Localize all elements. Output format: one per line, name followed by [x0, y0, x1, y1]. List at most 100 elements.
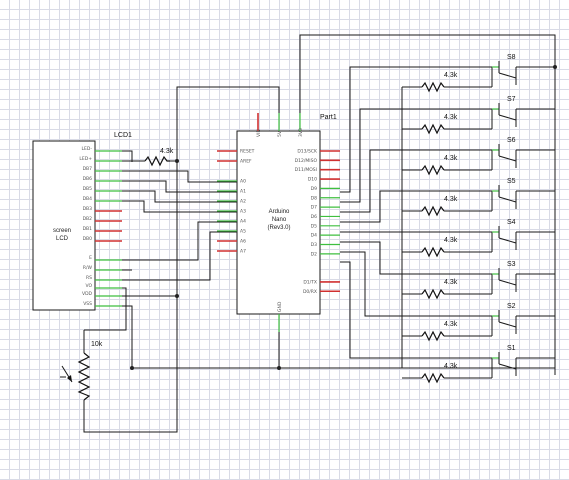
lcd-pin-label: DB4: [83, 196, 93, 202]
switch-row-s1: 4.3k S1: [402, 345, 555, 384]
switch-label: S3: [507, 261, 516, 268]
pulldown-resistor: [421, 205, 445, 217]
switch-label: S1: [507, 345, 516, 352]
junction-dot: [175, 159, 179, 163]
pulldown-resistor-label: 4.3k: [444, 155, 458, 162]
arduino-ref-label: Part1: [320, 114, 337, 121]
pulldown-resistor-label: 4.3k: [444, 196, 458, 203]
pulldown-resistor: [421, 288, 445, 300]
pulldown-resistor-label: 4.3k: [444, 363, 458, 370]
lcd-pin-label: VSS: [83, 301, 92, 307]
lcd-pin-label: DB7: [83, 166, 93, 172]
arduino-pin-label: D4: [311, 233, 317, 239]
arduino-pin-label: D7: [311, 205, 317, 211]
wire-d2: [340, 261, 492, 359]
lcd-pin-label: DB6: [83, 176, 93, 182]
pulldown-resistor-label: 4.3k: [444, 237, 458, 244]
switch-label: S8: [507, 54, 516, 61]
pot-symbol: [77, 352, 91, 401]
lcd-pin-label: E: [89, 255, 92, 261]
arduino-pin-label: 3V3: [298, 128, 304, 137]
wire-rs: [122, 231, 237, 281]
lcd-title-line2: LCD: [56, 236, 69, 242]
arduino-pin-label: A3: [240, 209, 246, 215]
lcd-resistor-label: 4.3k: [160, 148, 174, 155]
switch-row-s5: 4.3k S5: [402, 178, 555, 217]
lcd-component: LCD1 screen LCD LED- LED+ DB7 DB6 DB5 DB4 DB3 D…: [32, 132, 132, 311]
lcd-pin-label: RS: [86, 275, 92, 281]
switch-label: S2: [507, 303, 516, 310]
wire-db7: [122, 170, 237, 183]
arduino-pin-label: D12/MISO: [295, 158, 318, 164]
switch-row-s7: 4.3k S7: [402, 96, 555, 135]
junction-dot: [175, 294, 179, 298]
lcd-pin-label: DB3: [83, 206, 93, 212]
switch-lever: [498, 155, 517, 162]
lcd-resistor: 4.3k: [144, 148, 174, 167]
pulldown-resistor-label: 4.3k: [444, 72, 458, 79]
arduino-pin-label: D3: [311, 242, 317, 248]
switch-lever: [498, 196, 517, 203]
arduino-pin-label: A4: [240, 219, 246, 225]
arduino-pin-label: A7: [240, 249, 246, 255]
lcd-ref-label: LCD1: [114, 132, 132, 139]
lcd-resistor-symbol: [144, 155, 170, 167]
lcd-pin-label: R/W: [83, 265, 93, 271]
switch-rows: 4.3k S8 4.3k S7 4.3k S6 4.3k S5 4.3k S4 4.3k S3 4.3k…: [402, 54, 555, 384]
lcd-pin-label: VDD: [82, 291, 93, 297]
arduino-pin-label: D8: [311, 195, 317, 201]
arduino-title-line2: Nano: [272, 217, 287, 223]
wire-d4: [340, 241, 492, 275]
switch-label: S5: [507, 178, 516, 185]
wire-d6: [340, 190, 492, 223]
arduino-pin-label: D11/MOSI: [295, 167, 317, 173]
lcd-pin-label: DB0: [83, 236, 93, 242]
pulldown-resistor-label: 4.3k: [444, 279, 458, 286]
pulldown-resistor: [421, 81, 445, 93]
switch-label: S6: [507, 137, 516, 144]
switch-lever: [498, 114, 517, 121]
lcd-pin-label: LED-: [82, 146, 93, 152]
switch-row-s6: 4.3k S6: [402, 137, 555, 176]
pulldown-resistor: [421, 123, 445, 135]
switch-row-s4: 4.3k S4: [402, 219, 555, 258]
pulldown-resistor-label: 4.3k: [444, 114, 458, 121]
arduino-title-line3: (Rev3.0): [267, 225, 290, 231]
arduino-pin-label: VIN: [256, 129, 262, 137]
arduino-pin-label: D9: [311, 186, 317, 192]
potentiometer: 10k: [61, 341, 103, 401]
wire-pot-bottom: [83, 296, 178, 433]
lcd-title-line1: screen: [53, 228, 71, 234]
schematic-canvas: LCD1 screen LCD LED- LED+ DB7 DB6 DB5 DB4 DB3 D…: [32, 34, 557, 433]
wire-db6: [122, 180, 237, 193]
wire-db4: [122, 200, 237, 213]
wire-vss: [122, 305, 133, 368]
junction-dot: [130, 366, 134, 370]
pulldown-resistor: [421, 246, 445, 258]
switch-row-s8: 4.3k S8: [402, 54, 555, 93]
switch-row-s2: 4.3k S2: [402, 303, 555, 342]
arduino-pin-label: D13/SCK: [297, 149, 318, 155]
switch-label: S7: [507, 96, 516, 103]
arduino-pin-label: D2: [311, 251, 317, 257]
wire-d3: [340, 251, 492, 317]
arduino-pin-label: RESET: [240, 149, 255, 155]
lcd-pin-label: DB2: [83, 216, 93, 222]
switch-lever: [498, 321, 517, 328]
wire-db5: [122, 190, 237, 203]
arduino-pin-label: A0: [240, 179, 246, 185]
arduino-pin-label: A2: [240, 199, 246, 205]
lcd-pin-label: LED+: [79, 156, 92, 162]
arduino-pin-label: A1: [240, 189, 246, 195]
switch-lever: [498, 279, 517, 286]
arduino-title-line1: Arduino: [269, 209, 290, 215]
lcd-pin-label: VO: [85, 283, 92, 289]
pulldown-resistor: [421, 372, 445, 384]
lcd-pin-label: DB1: [83, 226, 93, 232]
pulldown-resistor-label: 4.3k: [444, 321, 458, 328]
arduino-pin-label: A6: [240, 239, 246, 245]
arduino-pin-label: D0/RX: [303, 289, 317, 295]
junctions: [130, 65, 557, 370]
arduino-pin-label: D1/TX: [303, 279, 317, 285]
switch-label: S4: [507, 219, 516, 226]
